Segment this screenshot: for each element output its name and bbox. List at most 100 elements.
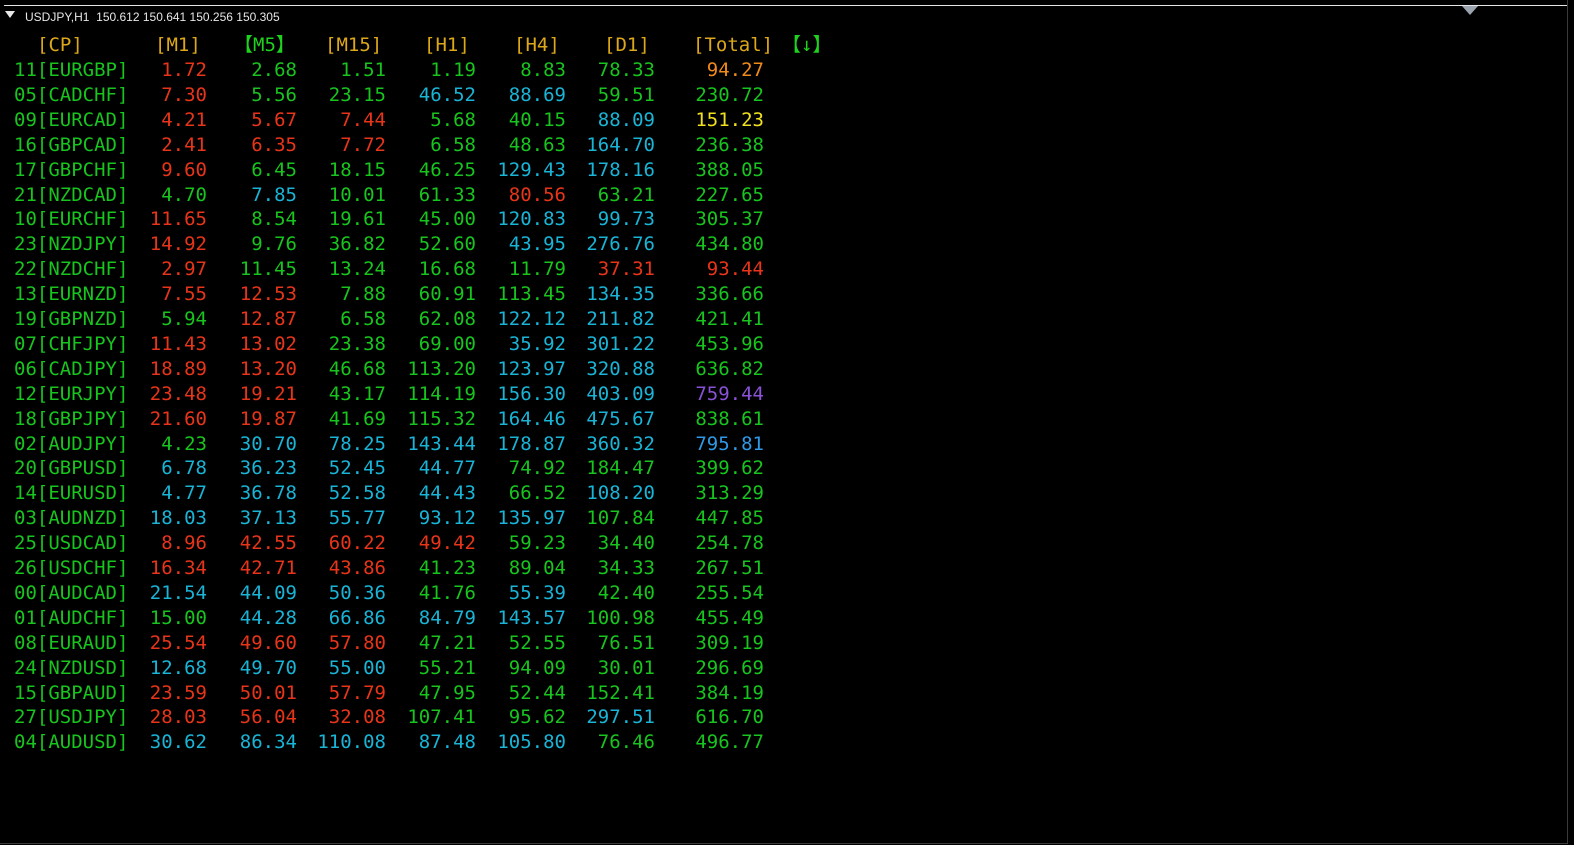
total-value: 230.72: [695, 83, 764, 106]
strength-value: 152.41: [586, 681, 655, 704]
pair-label: 01[AUDCHF]: [14, 606, 129, 629]
strength-value: 11.45: [239, 258, 297, 281]
strength-value: 8.83: [520, 59, 566, 81]
strength-value: 120.83: [497, 208, 566, 231]
strength-value: 87.48: [418, 731, 476, 754]
pair-label: 21[NZDCAD]: [14, 183, 129, 206]
strength-value: 23.38: [328, 332, 386, 355]
strength-value: 23.15: [328, 83, 386, 106]
strength-value: 8.96: [161, 532, 207, 555]
strength-value: 129.43: [497, 158, 566, 181]
strength-value: 5.94: [161, 308, 207, 330]
strength-value: 2.68: [251, 59, 297, 81]
chart-window[interactable]: USDJPY,H1 150.612 150.641 150.256 150.30…: [0, 0, 1568, 844]
strength-value: 360.32: [586, 432, 655, 455]
total-value: 399.62: [695, 457, 764, 480]
total-value: 447.85: [695, 507, 764, 530]
strength-value: 32.08: [328, 706, 386, 729]
strength-value: 99.73: [597, 208, 655, 231]
strength-value: 11.79: [508, 258, 566, 281]
strength-value: 178.16: [586, 158, 655, 181]
pair-label: 00[AUDCAD]: [14, 581, 129, 604]
pair-label: 02[AUDJPY]: [14, 432, 129, 455]
strength-value: 475.67: [586, 407, 655, 430]
strength-value: 403.09: [586, 382, 655, 405]
column-header: 【↓】: [782, 34, 832, 56]
strength-value: 164.46: [497, 407, 566, 430]
strength-value: 28.03: [149, 706, 207, 729]
strength-value: 5.67: [251, 108, 297, 131]
strength-value: 105.80: [497, 731, 566, 754]
chart-shift-icon[interactable]: [1462, 6, 1478, 15]
strength-value: 8.54: [251, 208, 297, 231]
total-value: 453.96: [695, 332, 764, 355]
strength-value: 42.55: [239, 532, 297, 555]
strength-value: 44.28: [239, 606, 297, 629]
total-value: 336.66: [695, 283, 764, 306]
strength-value: 9.76: [251, 233, 297, 256]
total-value: 616.70: [695, 706, 764, 729]
strength-value: 7.55: [161, 283, 207, 306]
pair-label: 09[EURCAD]: [14, 108, 129, 131]
strength-value: 36.78: [239, 482, 297, 505]
strength-value: 13.20: [239, 357, 297, 380]
strength-value: 4.70: [161, 183, 207, 206]
strength-value: 23.48: [149, 382, 207, 405]
strength-value: 276.76: [586, 233, 655, 256]
strength-value: 211.82: [586, 308, 655, 330]
strength-value: 1.51: [340, 59, 386, 81]
strength-value: 37.31: [597, 258, 655, 281]
total-value: 421.41: [695, 308, 764, 330]
strength-value: 55.77: [328, 507, 386, 530]
strength-value: 115.32: [407, 407, 476, 430]
strength-value: 14.92: [149, 233, 207, 256]
pair-label: 27[USDJPY]: [14, 706, 129, 729]
strength-value: 41.69: [328, 407, 386, 430]
pair-label: 10[EURCHF]: [14, 208, 129, 231]
strength-value: 69.00: [418, 332, 476, 355]
pair-label: 06[CADJPY]: [14, 357, 129, 380]
strength-value: 156.30: [497, 382, 566, 405]
pair-label: 14[EURUSD]: [14, 482, 129, 505]
strength-value: 123.97: [497, 357, 566, 380]
pair-label: 16[GBPCAD]: [14, 133, 129, 156]
strength-value: 55.39: [508, 581, 566, 604]
strength-value: 4.23: [161, 432, 207, 455]
total-value: 434.80: [695, 233, 764, 256]
strength-value: 19.61: [328, 208, 386, 231]
strength-value: 30.62: [149, 731, 207, 754]
strength-value: 18.15: [328, 158, 386, 181]
column-header: [D1]: [604, 34, 650, 56]
strength-value: 44.43: [418, 482, 476, 505]
strength-value: 320.88: [586, 357, 655, 380]
strength-value: 110.08: [317, 731, 386, 754]
pair-label: 08[EURAUD]: [14, 631, 129, 654]
strength-value: 49.42: [418, 532, 476, 555]
total-value: 759.44: [695, 382, 764, 405]
strength-value: 88.09: [597, 108, 655, 131]
collapse-triangle-icon[interactable]: [5, 11, 15, 18]
strength-value: 2.97: [161, 258, 207, 281]
total-value: 838.61: [695, 407, 764, 430]
total-value: 254.78: [695, 532, 764, 555]
strength-value: 19.87: [239, 407, 297, 430]
strength-value: 4.77: [161, 482, 207, 505]
strength-value: 78.25: [328, 432, 386, 455]
strength-value: 11.65: [149, 208, 207, 231]
pair-label: 24[NZDUSD]: [14, 656, 129, 679]
strength-value: 50.01: [239, 681, 297, 704]
strength-value: 108.20: [586, 482, 655, 505]
strength-value: 16.68: [418, 258, 476, 281]
strength-value: 49.70: [239, 656, 297, 679]
total-value: 388.05: [695, 158, 764, 181]
total-value: 227.65: [695, 183, 764, 206]
strength-value: 12.53: [239, 283, 297, 306]
strength-value: 18.89: [149, 357, 207, 380]
pair-label: 18[GBPJPY]: [14, 407, 129, 430]
strength-value: 18.03: [149, 507, 207, 530]
strength-value: 46.52: [418, 83, 476, 106]
strength-value: 62.08: [418, 308, 476, 330]
strength-value: 301.22: [586, 332, 655, 355]
pair-label: 04[AUDUSD]: [14, 731, 129, 754]
strength-value: 63.21: [597, 183, 655, 206]
